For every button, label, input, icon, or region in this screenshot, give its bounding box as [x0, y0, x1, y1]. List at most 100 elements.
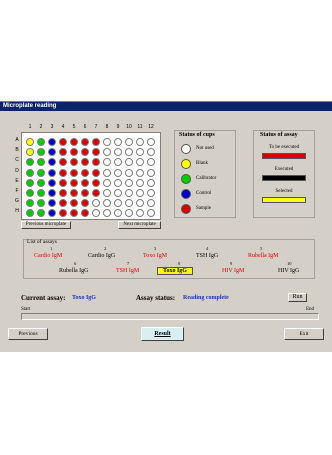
plate-row-label: F: [15, 188, 19, 194]
plate-well[interactable]: [114, 189, 122, 197]
plate-well[interactable]: [136, 178, 144, 187]
plate-well[interactable]: [26, 189, 34, 197]
cup-status-label: Control: [196, 191, 212, 196]
assay-item[interactable]: Cardio IgG: [88, 253, 115, 259]
progress-start-label: Start: [21, 307, 31, 312]
plate-well[interactable]: [48, 178, 56, 187]
assay-item[interactable]: HIV IgM: [222, 268, 244, 274]
assay-number: 5: [260, 246, 263, 251]
plate-well[interactable]: [81, 168, 89, 177]
assay-item[interactable]: TSH IgG: [196, 253, 218, 259]
plate-column-label: 7: [94, 124, 98, 130]
assay-status-panel: Status of assay To be executed Executed Se…: [253, 130, 315, 218]
assay-item[interactable]: Toxo IgG: [157, 267, 193, 275]
exit-button[interactable]: Exit: [284, 328, 324, 340]
current-assay-value: Toxo IgG: [72, 295, 96, 301]
assay-status-bar: [262, 175, 306, 181]
assay-item[interactable]: HIV IgG: [278, 268, 299, 274]
plate-well[interactable]: [37, 138, 45, 146]
cup-status-label: Blank: [196, 161, 208, 166]
assay-item[interactable]: Cardio IgM: [34, 253, 62, 259]
assay-status-bar: [262, 153, 306, 159]
plate-well[interactable]: [59, 138, 67, 146]
plate-column-label: 2: [39, 124, 43, 130]
plate-well[interactable]: [48, 138, 56, 146]
assay-item[interactable]: TSH IgM: [116, 268, 139, 274]
plate-well[interactable]: [59, 178, 67, 187]
plate-well[interactable]: [147, 168, 155, 177]
assay-item[interactable]: Rubella IgM: [248, 253, 279, 259]
plate-well[interactable]: [59, 168, 67, 177]
plate-well[interactable]: [92, 189, 100, 197]
assay-item[interactable]: Rubella IgG: [59, 268, 89, 274]
assay-number: 2: [104, 246, 107, 251]
plate-well[interactable]: [125, 178, 133, 187]
run-button[interactable]: Run: [288, 293, 307, 302]
plate-well[interactable]: [125, 138, 133, 146]
plate-well[interactable]: [136, 168, 144, 177]
plate-well[interactable]: [103, 178, 111, 187]
plate-well[interactable]: [125, 168, 133, 177]
plate-row-label: B: [15, 147, 19, 154]
title-bar: Microplate reading: [0, 102, 332, 111]
plate-well[interactable]: [103, 189, 111, 197]
plate-well[interactable]: [92, 138, 100, 146]
plate-column-label: 12: [148, 124, 154, 130]
plate-well[interactable]: [81, 178, 89, 187]
plate-well[interactable]: [37, 168, 45, 177]
current-assay-label: Current assay:: [21, 294, 66, 302]
plate-well[interactable]: [70, 138, 78, 146]
plate-well[interactable]: [59, 189, 67, 197]
plate-row-label: A: [15, 137, 19, 143]
plate-well[interactable]: [92, 168, 100, 177]
assay-status-bar: [262, 197, 306, 203]
assay-status-value: Reading complete: [183, 295, 229, 301]
plate-well[interactable]: [70, 168, 78, 177]
cup-status-label: Sample: [196, 206, 211, 211]
plate-well[interactable]: [26, 178, 34, 187]
plate-well[interactable]: [26, 138, 34, 146]
plate-well[interactable]: [147, 178, 155, 187]
progress-bar: [21, 313, 319, 320]
cup-status-blank-dot: [181, 159, 191, 169]
plate-well[interactable]: [92, 178, 100, 187]
cup-status-sample-dot: [181, 204, 191, 214]
plate-column-label: 8: [105, 124, 109, 130]
plate-well[interactable]: [136, 138, 144, 146]
assay-number: 3: [154, 246, 157, 251]
assay-item[interactable]: Toxo IgM: [143, 253, 167, 259]
plate-well[interactable]: [48, 168, 56, 177]
plate-well[interactable]: [125, 189, 133, 197]
plate-well[interactable]: [37, 178, 45, 187]
plate-well[interactable]: [37, 189, 45, 197]
plate-row-label: C: [15, 157, 19, 164]
plate-well[interactable]: [114, 178, 122, 187]
assay-number: 10: [287, 261, 292, 266]
plate-row-label: E: [15, 177, 19, 184]
plate-well[interactable]: [70, 189, 78, 197]
cup-status-calibrator-dot: [181, 174, 191, 184]
result-button[interactable]: Result: [141, 327, 184, 341]
plate-well[interactable]: [81, 138, 89, 146]
previous-microplate-button[interactable]: Previous microplate: [21, 221, 71, 229]
plate-well[interactable]: [103, 138, 111, 146]
plate-well[interactable]: [147, 138, 155, 146]
next-microplate-button[interactable]: Next microplate: [118, 221, 161, 229]
plate-row-label: H: [15, 208, 19, 215]
plate-well[interactable]: [48, 189, 56, 197]
assay-status-label: Selected: [275, 189, 293, 194]
window-title: Microplate reading: [3, 103, 57, 109]
plate-column-label: 9: [116, 124, 120, 130]
plate-well[interactable]: [136, 189, 144, 197]
plate-well[interactable]: [147, 189, 155, 197]
plate-well[interactable]: [114, 138, 122, 146]
previous-button[interactable]: Previous: [8, 328, 48, 340]
plate-well[interactable]: [70, 178, 78, 187]
plate-well[interactable]: [103, 168, 111, 177]
plate-well[interactable]: [114, 168, 122, 177]
assay-number: 7: [127, 261, 130, 266]
plate-well[interactable]: [26, 168, 34, 177]
plate-well[interactable]: [81, 189, 89, 197]
plate-row-label: D: [15, 167, 19, 174]
cup-status-control-dot: [181, 189, 191, 199]
